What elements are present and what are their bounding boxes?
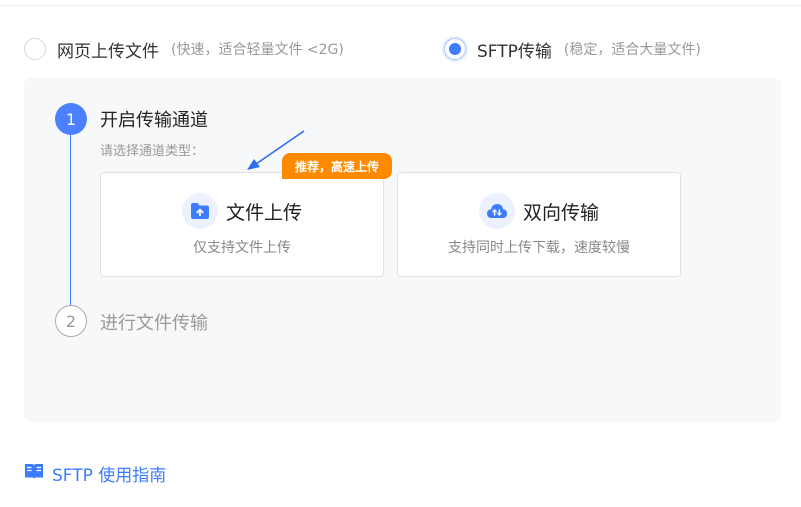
step-2-title: 进行文件传输	[100, 313, 208, 334]
sftp-option[interactable]: SFTP传输 (稳定，适合大量文件)	[444, 34, 701, 64]
book-icon	[24, 462, 44, 484]
sftp-label: SFTP传输	[477, 41, 552, 62]
web-upload-label: 网页上传文件	[57, 41, 159, 62]
sftp-steps-panel: 1 开启传输通道 请选择通道类型： 文件上传 仅支持文件上传 双向传输 支持同时…	[24, 77, 781, 422]
web-upload-option[interactable]: 网页上传文件 (快速，适合轻量文件 <2G)	[24, 34, 344, 64]
step-1-title: 开启传输通道	[100, 110, 208, 131]
sftp-guide-label: SFTP 使用指南	[52, 465, 167, 486]
web-upload-radio[interactable]	[24, 38, 46, 60]
step-2-number: 2	[55, 305, 87, 337]
file-upload-card-head: 文件上传	[101, 193, 383, 229]
sftp-radio-dot	[449, 43, 461, 55]
bidirectional-card-head: 双向传输	[398, 193, 680, 229]
upload-mode-selector: 网页上传文件 (快速，适合轻量文件 <2G) SFTP传输 (稳定，适合大量文件…	[24, 34, 784, 64]
recommend-badge: 推荐，高速上传	[282, 153, 392, 179]
cloud-sync-icon	[478, 193, 515, 229]
sftp-radio[interactable]	[444, 38, 466, 60]
bidirectional-card-title: 双向传输	[522, 201, 599, 224]
bidirectional-card-desc: 支持同时上传下载，速度较慢	[448, 240, 630, 256]
file-upload-channel-card[interactable]: 文件上传 仅支持文件上传	[100, 172, 384, 277]
channel-type-hint: 请选择通道类型：	[100, 144, 205, 159]
folder-upload-icon	[181, 193, 218, 229]
file-upload-card-title: 文件上传	[225, 201, 302, 224]
file-upload-card-desc: 仅支持文件上传	[193, 240, 291, 256]
sftp-hint: (稳定，适合大量文件)	[563, 42, 701, 58]
bidirectional-channel-card[interactable]: 双向传输 支持同时上传下载，速度较慢	[397, 172, 681, 277]
top-divider	[0, 0, 801, 6]
step-connector-line	[70, 123, 71, 309]
web-upload-hint: (快速，适合轻量文件 <2G)	[171, 42, 344, 58]
step-1-number: 1	[55, 103, 87, 135]
sftp-guide-link[interactable]: SFTP 使用指南	[24, 460, 166, 486]
